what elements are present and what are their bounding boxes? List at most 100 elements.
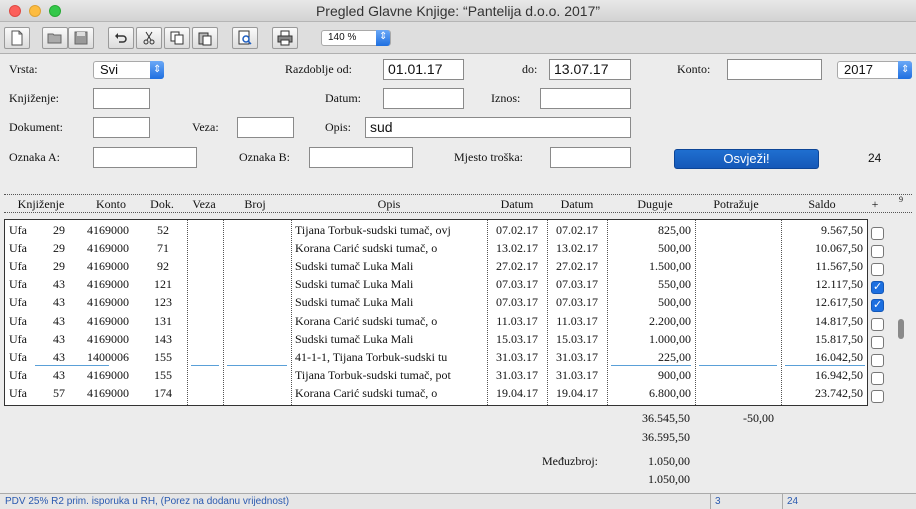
col-veza[interactable]: Veza [189, 197, 219, 212]
row-select-checkbox[interactable] [871, 263, 884, 277]
scrollbar-thumb[interactable] [898, 319, 904, 339]
veza-input[interactable] [237, 117, 294, 138]
mjesto-troska-label: Mjesto troška: [454, 150, 523, 164]
cell-opis: Sudski tumač Luka Mali [295, 331, 414, 346]
knjizenje-input[interactable] [93, 88, 150, 109]
veza-label: Veza: [192, 120, 219, 134]
year-value: 2017 [844, 62, 873, 77]
cell-dok: 92 [157, 259, 169, 274]
datum-input[interactable] [383, 88, 464, 109]
table-row[interactable]: Ufa 43 4169000 123 Sudski tumač Luka Mali 07.… [5, 293, 867, 311]
cell-saldo: 9.567,50 [821, 223, 863, 237]
table-row[interactable]: Ufa 43 4169000 143 Sudski tumač Luka Mali 15.… [5, 330, 867, 348]
year-select[interactable]: 2017 [837, 61, 912, 79]
row-select-checkbox[interactable] [871, 317, 884, 331]
cell-k2: 43 [53, 277, 65, 292]
new-document-icon [11, 30, 23, 46]
col-knjizenje[interactable]: Knjiženje [12, 197, 70, 212]
cut-button[interactable] [136, 27, 162, 49]
cell-opis: Korana Carić sudski tumač, o [295, 385, 438, 400]
new-document-button[interactable] [4, 27, 30, 49]
cell-d2: 11.03.17 [556, 313, 598, 328]
cell-saldo: 11.567,50 [815, 259, 863, 274]
vrsta-select[interactable]: Svi [93, 61, 164, 79]
cell-d2: 13.02.17 [556, 241, 598, 256]
save-button[interactable] [68, 27, 94, 49]
total-potrazuje: -50,00 [743, 411, 774, 425]
cell-dok: 52 [157, 223, 169, 237]
razdoblje-do-input[interactable]: 13.07.17 [549, 59, 631, 80]
row-select-checkbox[interactable] [871, 245, 884, 259]
col-dok[interactable]: Dok. [142, 197, 182, 212]
cell-dug: 500,00 [658, 241, 691, 256]
total-saldo: 36.595,50 [642, 430, 690, 444]
undo-button[interactable] [108, 27, 134, 49]
cell-saldo: 12.617,50 [815, 295, 863, 310]
cell-saldo: 23.742,50 [815, 385, 863, 400]
mjesto-troska-input[interactable] [550, 147, 631, 168]
cell-d2: 27.02.17 [556, 259, 598, 274]
col-broj[interactable]: Broj [229, 197, 281, 212]
cell-opis: Tijana Torbuk-sudski tumač, pot [295, 367, 451, 382]
print-button[interactable] [272, 27, 298, 49]
col-saldo[interactable]: Saldo [784, 197, 860, 212]
table-row[interactable]: Ufa 57 4169000 174 Korana Carić sudski tumač… [5, 384, 867, 402]
cell-saldo: 16.042,50 [815, 349, 863, 364]
iznos-input[interactable] [540, 88, 631, 109]
row-select-checkbox[interactable] [871, 389, 884, 403]
cell-d2: 15.03.17 [556, 331, 598, 346]
cell-dok: 123 [154, 295, 172, 310]
table-header: Knjiženje Konto Dok. Veza Broj Opis Datu… [4, 194, 912, 213]
dokument-input[interactable] [93, 117, 150, 138]
dokument-label: Dokument: [9, 120, 63, 134]
row-select-checkbox[interactable] [871, 280, 884, 295]
row-select-checkbox[interactable] [871, 353, 884, 367]
col-potrazuje[interactable]: Potražuje [696, 197, 776, 212]
cell-d1: 11.03.17 [496, 313, 538, 328]
refresh-button[interactable]: Osvježi! [674, 149, 819, 169]
table-row[interactable]: Ufa 43 1400006 155 41-1-1, Tijana Torbuk-sud… [5, 348, 867, 366]
cell-dok: 131 [154, 313, 172, 328]
cell-k1: Ufa [9, 385, 27, 400]
printer-icon [277, 30, 293, 46]
table-row[interactable]: Ufa 29 4169000 52 Tijana Torbuk-sudski tumač… [5, 221, 867, 239]
cell-opis: Korana Carić sudski tumač, o [295, 313, 438, 328]
oznaka-a-input[interactable] [93, 147, 197, 168]
col-datum-1[interactable]: Datum [488, 197, 546, 212]
row-select-checkbox[interactable] [871, 227, 884, 240]
cell-k1: Ufa [9, 259, 27, 274]
col-duguje[interactable]: Duguje [618, 197, 692, 212]
table-row[interactable]: Ufa 43 4169000 155 Tijana Torbuk-sudski tuma… [5, 366, 867, 384]
table-row[interactable]: Ufa 29 4169000 92 Sudski tumač Luka Mali 27.0… [5, 257, 867, 275]
magnifier-document-icon [238, 30, 252, 45]
cell-dug: 500,00 [658, 295, 691, 310]
konto-input[interactable] [727, 59, 822, 80]
medjubroj-label: Međuzbroj: [542, 454, 598, 468]
cell-k2: 57 [53, 385, 65, 400]
zoom-select[interactable]: 140 % [321, 30, 391, 46]
row-select-checkbox[interactable] [871, 371, 884, 385]
paste-button[interactable] [192, 27, 218, 49]
cell-k1: Ufa [9, 349, 27, 364]
table-row[interactable]: Ufa 43 4169000 131 Korana Carić sudski tumač… [5, 312, 867, 330]
row-select-checkbox[interactable] [871, 335, 884, 349]
cell-saldo: 12.117,50 [815, 277, 863, 292]
col-konto[interactable]: Konto [86, 197, 136, 212]
opis-input[interactable]: sud [365, 117, 631, 138]
col-opis[interactable]: Opis [294, 197, 484, 212]
preview-button[interactable] [232, 27, 258, 49]
row-select-checkbox[interactable] [871, 298, 884, 313]
open-button[interactable] [42, 27, 68, 49]
col-plus[interactable]: + [868, 197, 882, 212]
table-row[interactable]: Ufa 29 4169000 71 Korana Carić sudski tumač,… [5, 239, 867, 257]
oznaka-b-input[interactable] [309, 147, 413, 168]
cell-d2: 07.03.17 [556, 295, 598, 310]
vrsta-label: Vrsta: [9, 62, 38, 76]
cell-k1: Ufa [9, 295, 27, 310]
razdoblje-od-input[interactable]: 01.01.17 [383, 59, 464, 80]
table-row[interactable]: Ufa 43 4169000 121 Sudski tumač Luka Mali 07.… [5, 275, 867, 293]
col-datum-2[interactable]: Datum [548, 197, 606, 212]
copy-button[interactable] [164, 27, 190, 49]
cell-k2: 29 [53, 259, 65, 274]
cell-k1: Ufa [9, 277, 27, 292]
